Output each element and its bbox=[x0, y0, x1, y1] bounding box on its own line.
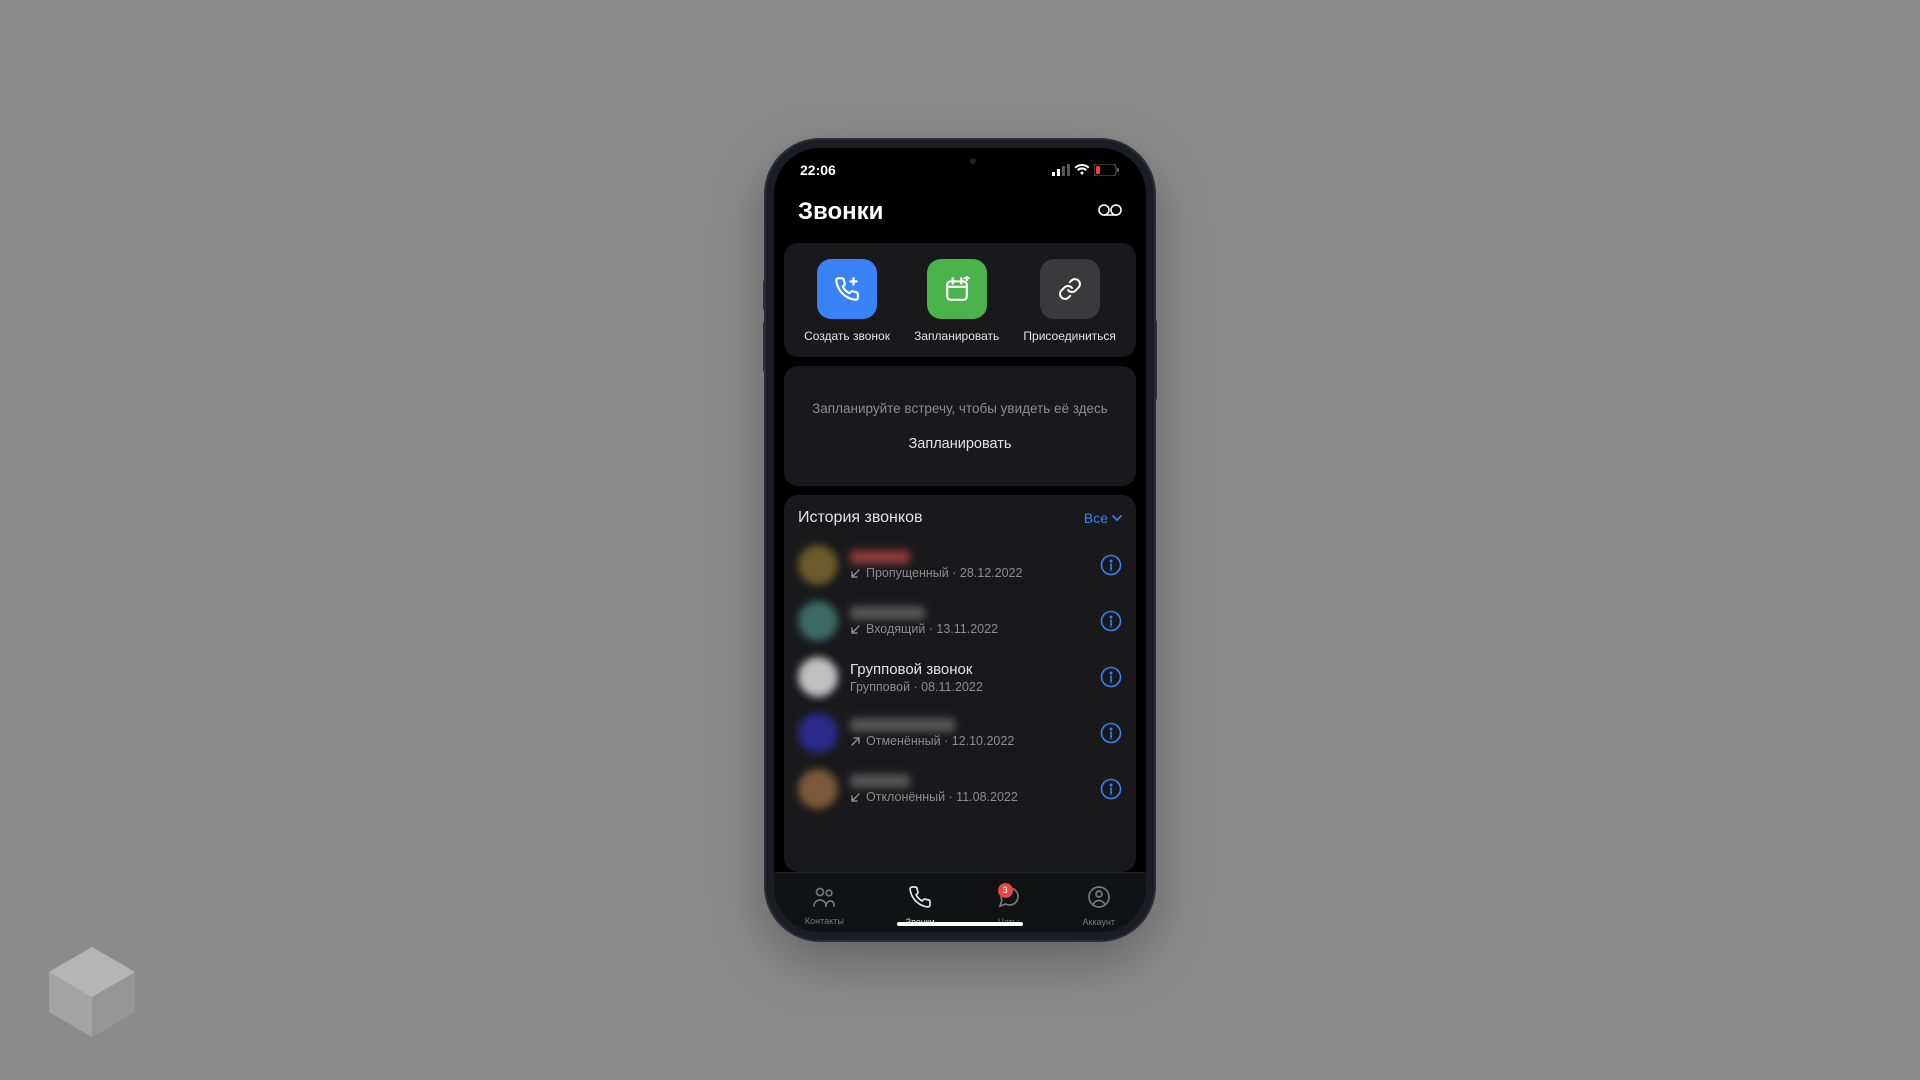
call-history-row[interactable]: Отклонённый · 11.08.2022 bbox=[784, 761, 1136, 817]
call-info-button[interactable] bbox=[1100, 554, 1122, 576]
tab-чаты[interactable]: Чаты3 bbox=[997, 885, 1021, 927]
call-info-button[interactable] bbox=[1100, 722, 1122, 744]
caller-name-redacted bbox=[850, 774, 910, 788]
status-time: 22:06 bbox=[800, 162, 836, 178]
join-button[interactable]: Присоединиться bbox=[1023, 259, 1116, 343]
call-meta: Групповой · 08.11.2022 bbox=[850, 680, 1088, 694]
avatar bbox=[798, 769, 838, 809]
call-meta: Пропущенный · 28.12.2022 bbox=[850, 566, 1088, 580]
create-call-button[interactable]: Создать звонок bbox=[804, 259, 890, 343]
action-label: Присоединиться bbox=[1023, 329, 1116, 343]
link-icon bbox=[1058, 277, 1082, 301]
status-icons bbox=[1052, 164, 1120, 176]
caller-name-redacted bbox=[850, 606, 925, 620]
phone-frame: 22:06 Звонки Создать звонок bbox=[766, 140, 1154, 940]
wifi-icon bbox=[1074, 164, 1090, 176]
avatar bbox=[798, 545, 838, 585]
quick-actions-card: Создать звонок Запланировать Присоединит… bbox=[784, 243, 1136, 357]
call-history-card: История звонков Все Пропущенный · 28.12.… bbox=[784, 495, 1136, 872]
call-meta: Отклонённый · 11.08.2022 bbox=[850, 790, 1088, 804]
cellular-icon bbox=[1052, 164, 1070, 176]
schedule-empty-card: Запланируйте встречу, чтобы увидеть её з… bbox=[784, 366, 1136, 486]
call-info-button[interactable] bbox=[1100, 778, 1122, 800]
avatar bbox=[798, 657, 838, 697]
action-label: Запланировать bbox=[914, 329, 999, 343]
page-title: Звонки bbox=[798, 198, 883, 226]
chevron-down-icon bbox=[1112, 515, 1122, 522]
avatar bbox=[798, 713, 838, 753]
caller-name: Групповой звонок bbox=[850, 661, 1088, 678]
call-history-row[interactable]: Отменённый · 12.10.2022 bbox=[784, 705, 1136, 761]
tab-label: Контакты bbox=[805, 916, 844, 926]
tab-звонки[interactable]: Звонки bbox=[906, 885, 935, 927]
phone-plus-icon bbox=[834, 276, 860, 302]
caller-name-redacted bbox=[850, 718, 955, 732]
badge: 3 bbox=[998, 883, 1013, 898]
voicemail-icon[interactable] bbox=[1098, 203, 1122, 221]
call-history-row[interactable]: Входящий · 13.11.2022 bbox=[784, 593, 1136, 649]
avatar bbox=[798, 601, 838, 641]
screen: 22:06 Звонки Создать звонок bbox=[774, 148, 1146, 932]
schedule-hint-text: Запланируйте встречу, чтобы увидеть её з… bbox=[812, 400, 1108, 418]
contacts-icon bbox=[812, 886, 836, 913]
call-history-row[interactable]: Групповой звонок Групповой · 08.11.2022 bbox=[784, 649, 1136, 705]
phone-icon bbox=[908, 885, 932, 914]
call-history-row[interactable]: Пропущенный · 28.12.2022 bbox=[784, 537, 1136, 593]
tab-контакты[interactable]: Контакты bbox=[805, 886, 844, 926]
tab-label: Аккаунт bbox=[1082, 917, 1115, 927]
history-filter-dropdown[interactable]: Все bbox=[1084, 510, 1122, 526]
caller-name-redacted bbox=[850, 550, 910, 564]
call-info-button[interactable] bbox=[1100, 610, 1122, 632]
call-meta: Входящий · 13.11.2022 bbox=[850, 622, 1088, 636]
action-label: Создать звонок bbox=[804, 329, 890, 343]
calendar-plus-icon bbox=[944, 276, 970, 302]
schedule-link-button[interactable]: Запланировать bbox=[909, 436, 1012, 452]
page-header: Звонки bbox=[784, 192, 1136, 234]
battery-low-icon bbox=[1094, 164, 1120, 176]
tab-аккаунт[interactable]: Аккаунт bbox=[1082, 885, 1115, 927]
schedule-button[interactable]: Запланировать bbox=[914, 259, 999, 343]
call-info-button[interactable] bbox=[1100, 666, 1122, 688]
account-icon bbox=[1087, 885, 1111, 914]
call-meta: Отменённый · 12.10.2022 bbox=[850, 734, 1088, 748]
home-indicator[interactable] bbox=[897, 922, 1023, 926]
watermark-logo bbox=[42, 947, 142, 1042]
history-title: История звонков bbox=[798, 509, 922, 527]
status-bar: 22:06 bbox=[774, 148, 1146, 192]
